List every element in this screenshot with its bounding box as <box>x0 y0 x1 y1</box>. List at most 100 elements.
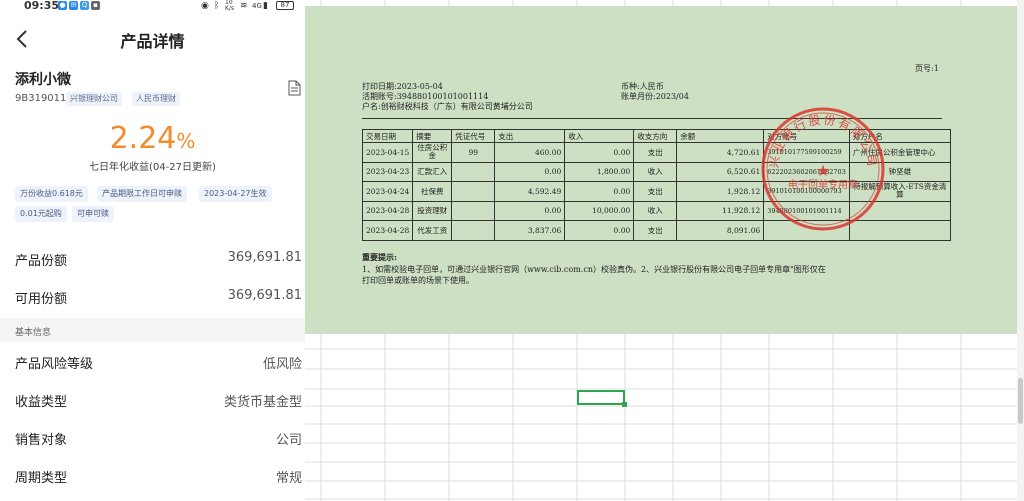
cell-direction: 支出 <box>633 220 678 241</box>
cell-summary: 住房公积金 <box>412 142 453 163</box>
cell-voucher: 99 <box>451 142 496 163</box>
seal-star-icon: ★ <box>816 161 830 180</box>
cell-expense: 0.00 <box>494 161 566 182</box>
eye-icon: ◉ <box>201 1 209 11</box>
chip-effective-date: 2023-04-27生效 <box>199 186 272 202</box>
col-header: 交易日期 <box>361 129 414 143</box>
cell-summary: 社保费 <box>412 181 453 202</box>
scrollbar-thumb[interactable] <box>1018 378 1023 424</box>
yield-number: 2.24 <box>109 121 177 156</box>
cell-direction: 收入 <box>633 200 678 221</box>
cell-voucher <box>451 161 496 182</box>
tag-issuer: 兴银理财公司 <box>66 92 122 106</box>
holding-label: 可用份额 <box>15 292 68 307</box>
vertical-scrollbar[interactable] <box>1017 0 1024 501</box>
info-label: 收益类型 <box>15 395 68 410</box>
cell-summary: 投资理财 <box>412 200 453 221</box>
cell-expense: 3,837.06 <box>494 220 566 241</box>
holding-value: 369,691.81 <box>227 250 302 265</box>
product-name: 添利小微 <box>15 72 71 88</box>
cell-summary: 汇款汇入 <box>412 161 453 182</box>
mobile-app-panel: 09:35 ● ✉ Q ▪ ◉ ᛒ 10 K/s ≋ 4G ▮ 87 产品详情 … <box>0 0 305 501</box>
document-icon[interactable] <box>288 80 301 96</box>
cell-balance: 1,928.12 <box>676 181 765 202</box>
bank-statement-image[interactable]: 页号:1 打印日期:2023-05-04 币种:人民币 活期账号:3948801… <box>305 6 1017 334</box>
tag-currency: 人民币理财 <box>132 92 180 106</box>
info-value: 公司 <box>275 433 302 448</box>
chip-term: 产品期限工作日可申赎 <box>97 186 187 202</box>
info-value: 低风险 <box>262 357 302 372</box>
signal-icon: ▮ <box>263 1 268 11</box>
chip-redeemable: 可申可赎 <box>72 206 114 222</box>
status-bar: 09:35 ● ✉ Q ▪ ◉ ᛒ 10 K/s ≋ 4G ▮ 87 <box>0 0 305 13</box>
cell-income: 0.00 <box>564 142 635 163</box>
yield-unit: % <box>176 129 196 153</box>
cell-date: 2023-04-23 <box>361 161 414 182</box>
info-row: 销售对象 公司 <box>15 429 302 449</box>
cell-balance: 6,520.61 <box>676 161 765 182</box>
statement-account-name: 户名:创裕财税科技（广东）有限公司黄埔分公司 <box>362 102 533 111</box>
info-row: 周期类型 常规 <box>15 467 302 487</box>
page-title: 产品详情 <box>120 32 185 51</box>
info-label: 销售对象 <box>15 433 68 448</box>
col-header: 支出 <box>494 129 566 143</box>
wifi-icon: ≋ <box>240 1 248 11</box>
holding-value: 369,691.81 <box>227 288 302 303</box>
nav-bar: 产品详情 <box>0 14 305 64</box>
cell-voucher <box>451 220 496 241</box>
selected-cell[interactable] <box>577 390 627 407</box>
cell-income: 0.00 <box>564 220 635 241</box>
statement-bill-month: 账单月份:2023/04 <box>621 92 689 101</box>
info-value: 常规 <box>275 471 302 486</box>
info-row: 收益类型 类货币基金型 <box>15 391 302 411</box>
cell-income: 0.00 <box>564 181 635 202</box>
cell-balance: 4,720.61 <box>676 142 765 163</box>
notice-line: 1、如需校验电子回单，可通过兴业银行官网（www.cib.com.cn）校验真伪… <box>362 265 826 274</box>
yield-description: 七日年化收益(04-27日更新) <box>89 162 216 173</box>
info-value: 类货币基金型 <box>223 395 302 410</box>
message-app-icon: ✉ <box>69 1 78 10</box>
status-time: 09:35 <box>24 0 60 12</box>
cell-summary: 代发工资 <box>412 220 453 241</box>
cell-voucher <box>451 181 496 202</box>
info-label: 产品风险等级 <box>15 357 94 372</box>
holding-row: 可用份额 369,691.81 <box>15 288 302 308</box>
col-header: 凭证代号 <box>451 129 496 143</box>
cell-income: 1,800.00 <box>564 161 635 182</box>
cell-expense: 0.00 <box>494 200 566 221</box>
info-label: 周期类型 <box>15 471 68 486</box>
network-speed: 10 K/s <box>225 0 235 12</box>
cell-date: 2023-04-28 <box>361 220 414 241</box>
section-header: 基本信息 <box>15 328 52 338</box>
info-row: 产品风险等级 低风险 <box>15 353 302 373</box>
store-app-icon: ▪ <box>91 1 100 10</box>
notice-title: 重要提示: <box>362 252 397 262</box>
cell-direction: 收入 <box>633 161 678 182</box>
col-header: 余额 <box>676 129 765 143</box>
cell-direction: 支出 <box>633 142 678 163</box>
bluetooth-icon: ᛒ <box>214 1 220 11</box>
cell-balance: 11,928.12 <box>676 200 765 221</box>
cell-expense: 460.00 <box>494 142 566 163</box>
product-code: 9B319011 <box>15 93 67 104</box>
notice-line: 打印回单或账单的场景下使用。 <box>362 276 474 285</box>
cell-date: 2023-04-28 <box>361 200 414 221</box>
statement-page-number: 页号:1 <box>915 64 939 73</box>
holding-label: 产品份额 <box>15 254 68 269</box>
chat-app-icon: ● <box>58 1 67 10</box>
battery-icon: 87 <box>276 1 294 10</box>
cell-balance: 8,091.06 <box>676 220 765 241</box>
cell-date: 2023-04-15 <box>361 142 414 163</box>
spreadsheet-area[interactable]: 页号:1 打印日期:2023-05-04 币种:人民币 活期账号:3948801… <box>305 0 1024 501</box>
holding-row: 产品份额 369,691.81 <box>15 250 302 270</box>
fill-handle[interactable] <box>622 402 627 407</box>
network-type: 4G <box>252 2 262 10</box>
cell-income: 10,000.00 <box>564 200 635 221</box>
chip-min-purchase: 0.01元起购 <box>15 206 67 222</box>
cell-date: 2023-04-24 <box>361 181 414 202</box>
cell-expense: 4,592.49 <box>494 181 566 202</box>
cell-direction: 支出 <box>633 181 678 202</box>
chip-earnings: 万份收益0.618元 <box>15 186 88 202</box>
col-header: 摘要 <box>412 129 453 143</box>
seven-day-yield: 2.24% <box>0 122 305 158</box>
